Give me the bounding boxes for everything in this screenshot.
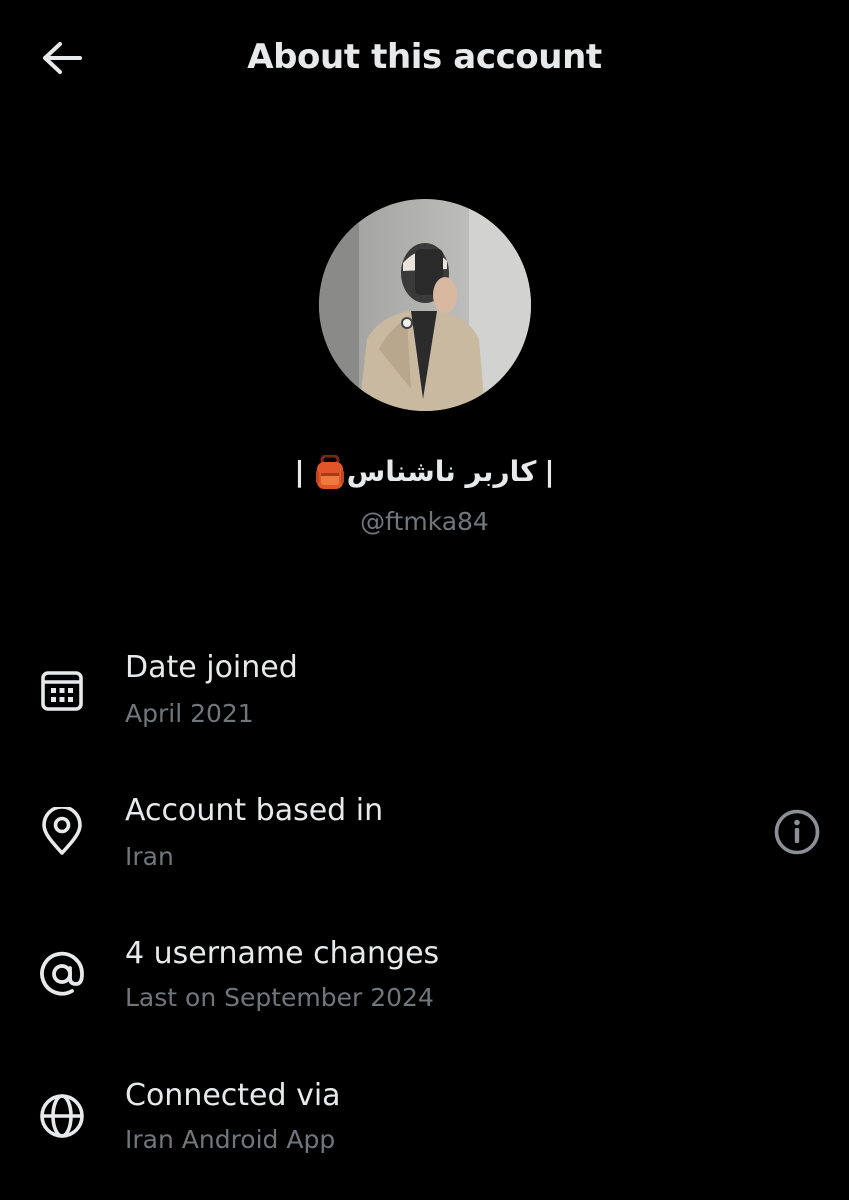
location-pin-icon [38,807,86,856]
date-joined-label: Date joined [125,650,298,685]
backpack-icon [313,452,347,492]
connected-via-label: Connected via [125,1078,341,1113]
account-based-in-row: Account based in Iran [0,789,849,899]
top-bar: About this account [0,0,849,116]
at-sign-icon [38,950,86,998]
account-based-in-value: Iran [125,842,174,871]
calendar-icon [38,666,86,714]
date-joined-value: April 2021 [125,699,254,728]
info-button[interactable] [773,808,821,856]
display-name: | کاربر ناشناس | [0,452,849,492]
connected-via-row: Connected via Iran Android App [0,1074,849,1184]
page-title: About this account [247,37,602,77]
globe-icon [38,1092,86,1140]
username-changes-value: Last on September 2024 [125,983,434,1012]
username-handle: @ftmka84 [360,507,489,536]
username-changes-row: 4 username changes Last on September 202… [0,932,849,1042]
username-changes-label: 4 username changes [125,936,440,971]
display-name-text: کاربر ناشناس [346,455,537,488]
name-bar-right: | [544,455,555,488]
name-bar-left: | [294,455,305,488]
avatar[interactable] [319,199,531,411]
date-joined-row: Date joined April 2021 [0,646,849,756]
info-icon [774,809,820,855]
connected-via-value: Iran Android App [125,1125,336,1154]
account-based-in-label: Account based in [125,793,384,828]
